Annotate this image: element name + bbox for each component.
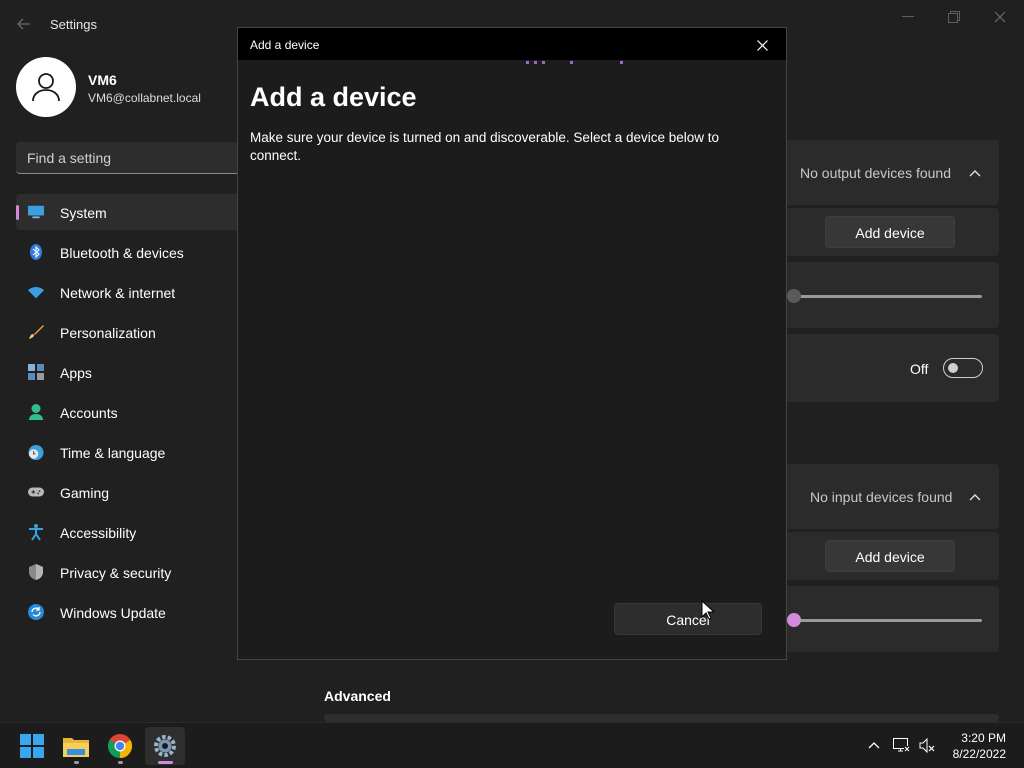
output-volume-slider[interactable] (795, 295, 982, 298)
dialog-heading: Add a device (250, 82, 417, 112)
sidebar-item-label: Accounts (60, 405, 118, 421)
sidebar-item-label: Privacy & security (60, 565, 172, 581)
add-device-label: Add device (855, 549, 925, 565)
chevron-up-icon[interactable] (969, 493, 981, 501)
start-icon (20, 734, 44, 758)
restore-icon (948, 11, 960, 23)
network-tray-button[interactable] (892, 736, 910, 754)
clock-date: 8/22/2022 (952, 747, 1006, 761)
person-icon (28, 404, 44, 420)
clock-time: 3:20 PM (961, 731, 1006, 745)
active-indicator (158, 761, 173, 764)
dialog-close-button[interactable] (748, 35, 776, 55)
mouse-cursor-icon (701, 600, 715, 620)
dialog-title-bar: Add a device (238, 28, 786, 60)
user-name: VM6 (88, 72, 117, 88)
sidebar-item-label: Bluetooth & devices (60, 245, 184, 261)
bluetooth-icon (28, 244, 44, 260)
taskbar-file-explorer[interactable] (56, 727, 96, 765)
settings-icon (154, 735, 176, 757)
accessibility-icon (28, 523, 44, 541)
close-icon (756, 39, 768, 51)
minimize-icon (902, 16, 914, 17)
sidebar-item-label: Windows Update (60, 605, 166, 621)
avatar (16, 57, 76, 117)
toggle-knob (948, 363, 958, 373)
back-button[interactable] (10, 12, 38, 36)
restore-button[interactable] (934, 6, 974, 28)
app-title: Settings (50, 17, 97, 32)
chevron-up-icon[interactable] (969, 169, 981, 177)
sidebar-item-personalization[interactable]: Personalization (16, 314, 246, 350)
user-email: VM6@collabnet.local (88, 91, 201, 105)
add-device-label: Add device (855, 225, 925, 241)
add-device-dialog: Add a device Add a device Make sure your… (237, 27, 787, 660)
volume-tray-button[interactable] (918, 736, 936, 754)
sidebar-item-label: Personalization (60, 325, 156, 341)
minimize-button[interactable] (888, 6, 928, 28)
chevron-up-icon (868, 742, 880, 749)
sidebar-item-windows-update[interactable]: Windows Update (16, 594, 246, 630)
running-indicator (118, 761, 123, 764)
update-icon (28, 604, 44, 620)
file-explorer-icon (63, 738, 89, 757)
sidebar-item-accessibility[interactable]: Accessibility (16, 514, 246, 550)
output-device-status: No output devices found (800, 165, 951, 181)
start-button[interactable] (12, 727, 52, 765)
apps-icon (28, 364, 44, 380)
sidebar-item-bluetooth[interactable]: Bluetooth & devices (16, 234, 246, 270)
sidebar-item-accounts[interactable]: Accounts (16, 394, 246, 430)
back-arrow-icon (17, 18, 30, 30)
taskbar-clock[interactable]: 3:20 PM 8/22/2022 (953, 730, 1006, 762)
output-add-device-button[interactable]: Add device (825, 216, 955, 248)
search-placeholder: Find a setting (27, 150, 112, 166)
sidebar-item-label: Apps (60, 365, 92, 381)
taskbar: 3:20 PM 8/22/2022 (0, 722, 1024, 768)
running-indicator (74, 761, 79, 764)
close-icon (994, 11, 1006, 23)
input-add-device-button[interactable]: Add device (825, 540, 955, 572)
person-icon (32, 73, 60, 102)
sidebar-item-privacy[interactable]: Privacy & security (16, 554, 246, 590)
advanced-card[interactable] (324, 714, 999, 722)
network-monitor-icon (892, 737, 910, 752)
cancel-label: Cancel (666, 612, 710, 628)
output-volume-thumb[interactable] (787, 289, 801, 303)
chrome-icon (108, 734, 132, 758)
input-volume-slider[interactable] (795, 619, 982, 622)
input-volume-thumb[interactable] (787, 613, 801, 627)
sidebar-item-time-language[interactable]: Time & language (16, 434, 246, 470)
speaker-muted-icon (919, 737, 934, 753)
sidebar-item-apps[interactable]: Apps (16, 354, 246, 390)
advanced-heading: Advanced (324, 688, 391, 704)
mono-audio-state: Off (910, 361, 929, 377)
input-device-status: No input devices found (810, 489, 953, 505)
sidebar-nav: System Bluetooth & devices Network & int… (16, 194, 246, 634)
sidebar-item-label: Gaming (60, 485, 110, 501)
sidebar-item-network[interactable]: Network & internet (16, 274, 246, 310)
system-icon (28, 204, 44, 220)
dialog-description: Make sure your device is turned on and d… (250, 130, 720, 163)
sidebar-item-label: Accessibility (60, 525, 137, 541)
taskbar-settings[interactable] (145, 727, 185, 765)
sidebar-item-gaming[interactable]: Gaming (16, 474, 246, 510)
cancel-button[interactable]: Cancel (614, 603, 762, 635)
clock-globe-icon (28, 444, 44, 460)
gamepad-icon (28, 484, 44, 500)
progress-dots-icon (526, 61, 623, 64)
dialog-window-title: Add a device (250, 38, 320, 52)
sidebar-item-system[interactable]: System (16, 194, 246, 230)
mono-audio-toggle[interactable] (943, 358, 983, 378)
sidebar-item-label: System (60, 205, 107, 221)
wifi-icon (28, 284, 44, 300)
sidebar-item-label: Time & language (60, 445, 166, 461)
taskbar-chrome[interactable] (100, 727, 140, 765)
shield-icon (28, 564, 44, 580)
show-hidden-icons-button[interactable] (865, 736, 883, 754)
sidebar-item-label: Network & internet (60, 285, 176, 301)
brush-icon (28, 324, 44, 340)
close-button[interactable] (980, 6, 1020, 28)
